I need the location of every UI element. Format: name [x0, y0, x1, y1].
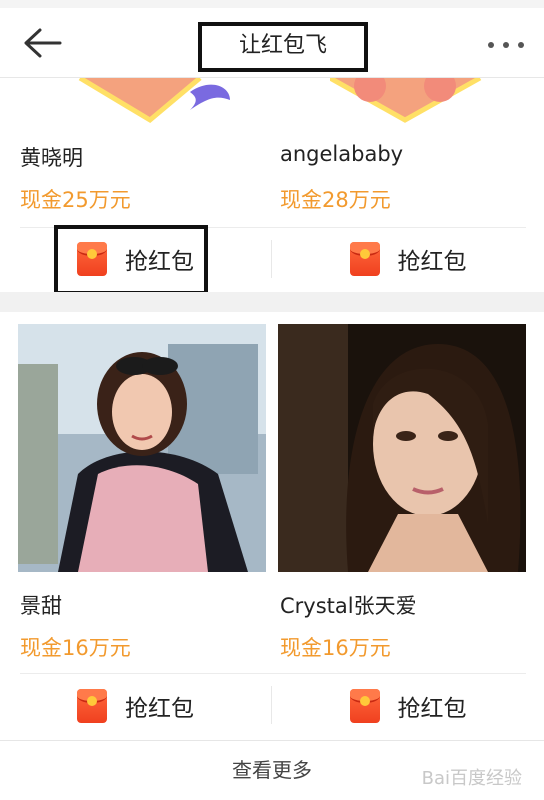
card-name: 黄晓明 [20, 146, 83, 170]
celebrity-photo[interactable] [18, 324, 266, 572]
card-name: angelababy [280, 142, 404, 166]
red-packet-icon [77, 689, 107, 723]
section-separator [0, 292, 544, 312]
top-bar: 让红包飞 [0, 8, 544, 78]
grab-button-label: 抢红包 [397, 696, 467, 722]
row-divider [20, 227, 526, 228]
grab-button-label: 抢红包 [125, 249, 194, 275]
card-name: 景甜 [20, 594, 62, 618]
grab-red-packet-button[interactable]: 抢红包 [272, 680, 544, 732]
grab-button-label: 抢红包 [125, 696, 194, 722]
watermark-logo: Bai百度经验 [421, 768, 522, 789]
grab-red-packet-button[interactable]: 抢红包 [272, 233, 544, 285]
status-bar [0, 0, 544, 8]
page-title: 让红包飞 [198, 22, 368, 72]
card-cash: 现金28万元 [280, 188, 391, 212]
red-packet-icon [349, 689, 380, 723]
red-packet-icon [349, 242, 380, 276]
card-name: Crystal张天爱 [280, 594, 417, 618]
celebrity-photo[interactable] [278, 324, 526, 572]
card-cash: 现金16万元 [20, 636, 131, 660]
grab-red-packet-button[interactable]: 抢红包 [0, 680, 271, 732]
card-cash: 现金16万元 [280, 636, 391, 660]
back-arrow-icon[interactable] [22, 26, 62, 60]
card-cash: 现金25万元 [20, 188, 131, 212]
more-icon[interactable] [488, 42, 524, 50]
grab-button-label: 抢红包 [397, 249, 467, 275]
card-art-left [40, 78, 270, 124]
red-packet-icon [77, 242, 107, 276]
card-art-right [330, 78, 482, 123]
row-divider [20, 673, 526, 674]
grab-red-packet-button[interactable]: 抢红包 [0, 233, 271, 285]
